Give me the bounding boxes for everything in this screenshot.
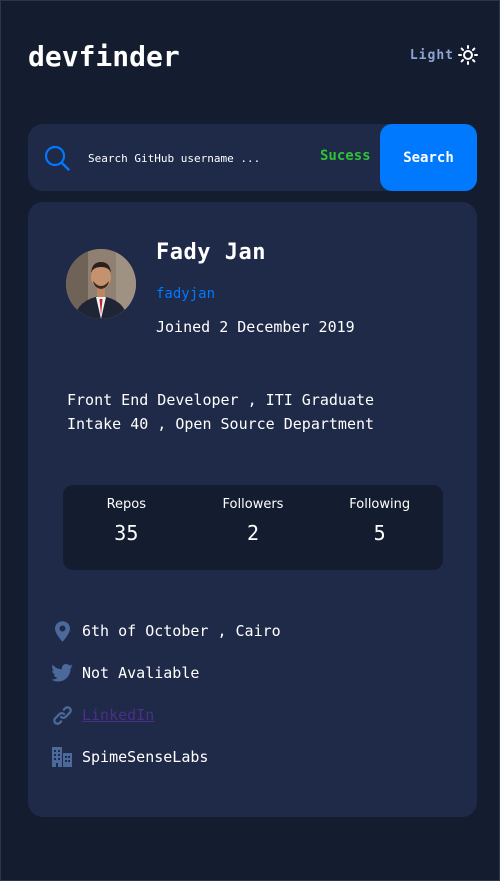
stat-repos: Repos 35 xyxy=(63,485,190,570)
stat-value: 5 xyxy=(373,521,386,545)
profile-username-link[interactable]: fadyjan xyxy=(156,286,215,302)
header: devfinder Light xyxy=(28,39,478,75)
stat-label: Repos xyxy=(106,497,147,512)
profile-links: 6th of October , Cairo Not Avaliable Lin… xyxy=(51,610,451,778)
stat-followers: Followers 2 xyxy=(190,485,317,570)
profile-bio: Front End Developer , ITI Graduate Intak… xyxy=(67,391,375,433)
location-pin-icon xyxy=(51,620,73,642)
twitter-icon xyxy=(51,662,73,684)
joined-date: Joined 2 December 2019 xyxy=(156,318,355,336)
app-logo: devfinder xyxy=(28,40,180,73)
search-bar: Sucess Search xyxy=(28,124,477,191)
stat-following: Following 5 xyxy=(316,485,443,570)
search-status-text: Sucess xyxy=(320,148,371,164)
company-text: SpimeSenseLabs xyxy=(82,748,209,766)
website-row: LinkedIn xyxy=(51,694,451,736)
link-icon xyxy=(51,704,73,726)
page: devfinder Light Search GitHub username .… xyxy=(0,0,500,881)
company-row: SpimeSenseLabs xyxy=(51,736,451,778)
profile-name: Fady Jan xyxy=(156,240,266,265)
location-text: 6th of October , Cairo xyxy=(82,622,281,640)
theme-toggle-label: Light xyxy=(409,47,454,63)
theme-toggle[interactable]: Light xyxy=(410,45,478,65)
stat-label: Followers xyxy=(222,497,284,512)
twitter-text: Not Avaliable xyxy=(82,664,200,682)
stat-value: 35 xyxy=(114,521,139,545)
twitter-row: Not Avaliable xyxy=(51,652,451,694)
search-input[interactable] xyxy=(88,144,298,172)
sun-icon xyxy=(458,45,478,65)
location-row: 6th of October , Cairo xyxy=(51,610,451,652)
stats-panel: Repos 35 Followers 2 Following 5 xyxy=(63,485,443,570)
search-button[interactable]: Search xyxy=(380,124,477,191)
stat-value: 2 xyxy=(246,521,260,545)
website-link[interactable]: LinkedIn xyxy=(82,706,154,724)
building-icon xyxy=(51,746,73,768)
stat-label: Following xyxy=(349,497,411,512)
profile-card: Fady Jan fadyjan Joined 2 December 2019 … xyxy=(28,202,477,817)
avatar xyxy=(66,249,136,319)
search-icon xyxy=(44,145,70,171)
